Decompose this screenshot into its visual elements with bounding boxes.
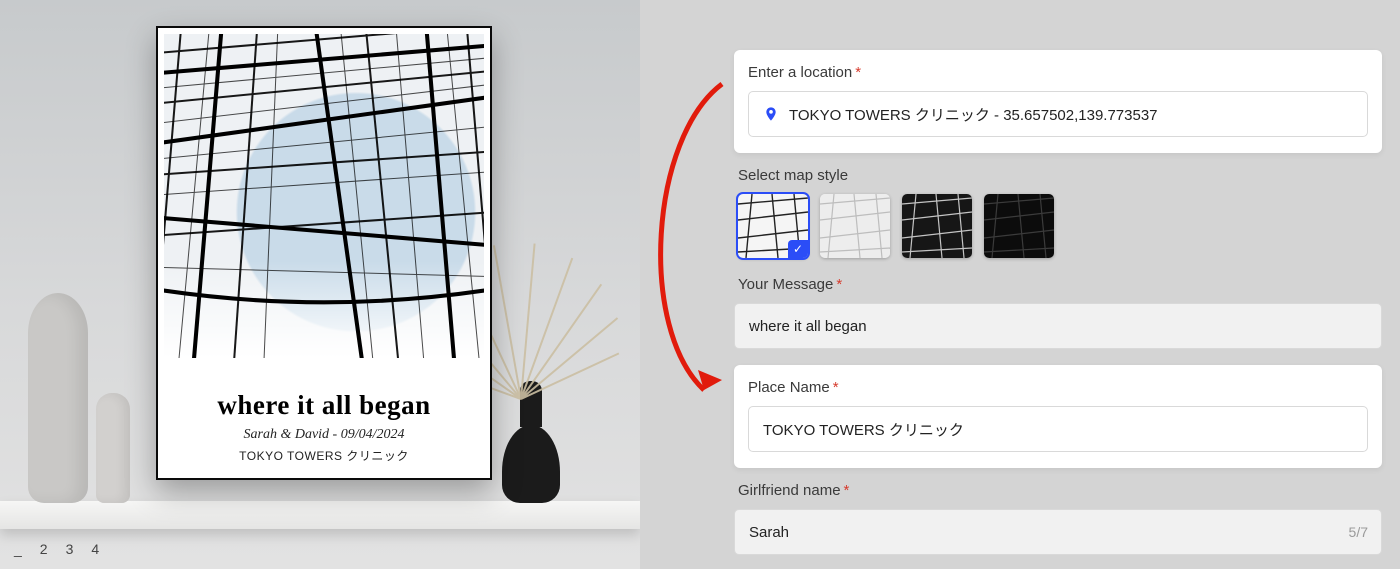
char-count: 5/7	[1349, 524, 1368, 540]
vase-decor	[520, 381, 542, 427]
girlfriend-input[interactable]	[734, 509, 1382, 555]
map-style-label: Select map style	[738, 167, 1382, 184]
vase-decor	[28, 293, 88, 503]
poster-title: where it all began	[158, 390, 490, 421]
location-input[interactable]	[789, 106, 1353, 123]
poster-place: TOKYO TOWERS クリニック	[158, 447, 490, 464]
pager-item[interactable]: _	[14, 541, 22, 557]
customization-form: Enter a location* Select map style ✓	[640, 0, 1400, 569]
message-input[interactable]	[734, 303, 1382, 349]
message-label: Your Message*	[738, 276, 1382, 293]
map-pin-icon	[763, 104, 779, 124]
map-style-swatches: ✓	[738, 194, 1382, 258]
map-style-option-black[interactable]	[984, 194, 1054, 258]
shelf-decor	[0, 501, 640, 529]
pager-item[interactable]: 4	[91, 541, 99, 557]
map-style-option-dark-roads[interactable]	[902, 194, 972, 258]
map-poster-preview: where it all began Sarah & David - 09/04…	[156, 26, 492, 480]
place-name-input[interactable]	[748, 406, 1368, 452]
vase-decor	[96, 393, 130, 503]
location-input-wrap[interactable]	[748, 91, 1368, 137]
pager-item[interactable]: 3	[66, 541, 74, 557]
vase-decor	[502, 425, 560, 503]
place-name-card: Place Name*	[734, 365, 1382, 468]
location-label: Enter a location*	[748, 64, 1368, 81]
pager-item[interactable]: 2	[40, 541, 48, 557]
map-preview-image	[164, 34, 484, 358]
thumbnail-pager: _ 2 3 4	[0, 537, 113, 561]
place-name-label: Place Name*	[748, 379, 1368, 396]
product-preview-pane: where it all began Sarah & David - 09/04…	[0, 0, 640, 569]
map-style-option-light-roads[interactable]: ✓	[738, 194, 808, 258]
location-card: Enter a location*	[734, 50, 1382, 153]
map-style-option-light-grey[interactable]	[820, 194, 890, 258]
poster-subline: Sarah & David - 09/04/2024	[158, 427, 490, 443]
girlfriend-label: Girlfriend name*	[738, 482, 1382, 499]
check-icon: ✓	[788, 240, 808, 258]
